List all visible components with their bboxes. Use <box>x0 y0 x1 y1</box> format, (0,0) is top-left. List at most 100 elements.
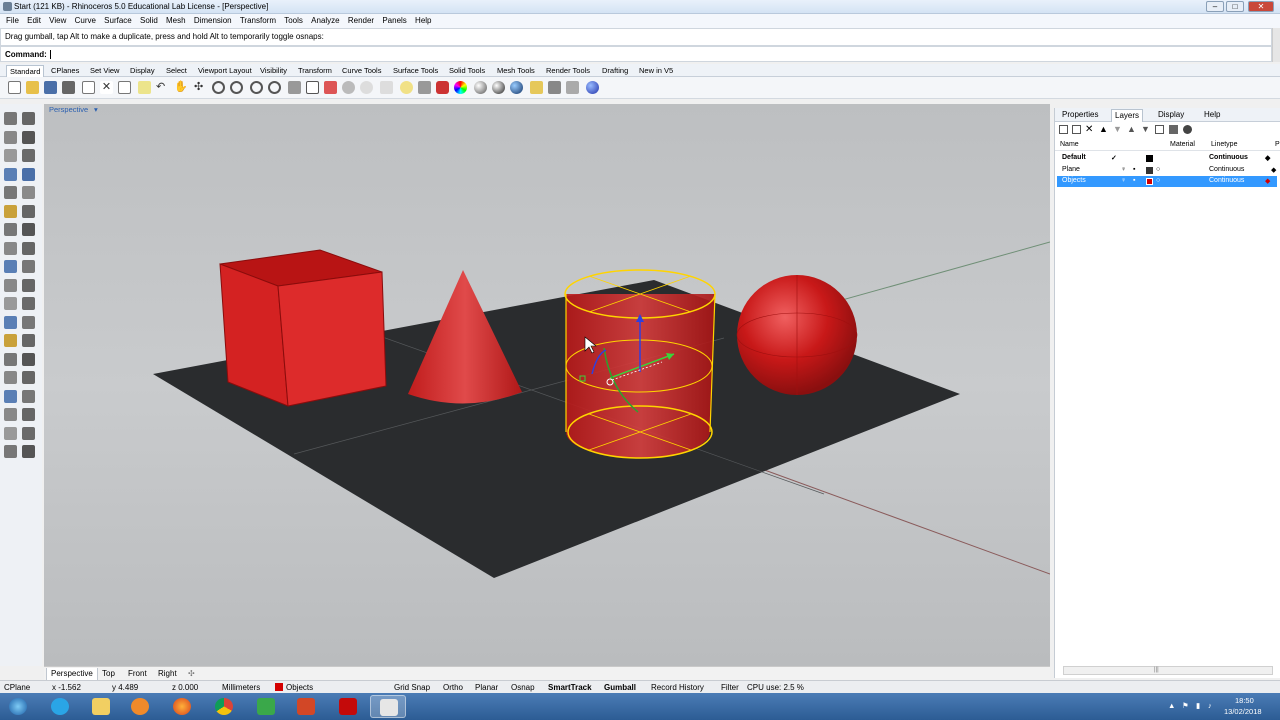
scale-icon[interactable] <box>22 371 35 384</box>
zoom-selected-icon[interactable] <box>268 81 281 94</box>
tray-flag-icon[interactable]: ⚑ <box>1182 701 1189 710</box>
planar-toggle[interactable]: Planar <box>475 682 498 693</box>
tab-drafting[interactable]: Drafting <box>599 65 631 77</box>
group-icon[interactable] <box>4 334 17 347</box>
tab-viewport-layout[interactable]: Viewport Layout <box>195 65 255 77</box>
check-icon[interactable] <box>4 426 17 440</box>
tray-date[interactable]: 13/02/2018 <box>1224 707 1262 716</box>
settings-icon[interactable] <box>1169 125 1178 134</box>
box-side-face[interactable] <box>277 271 387 407</box>
split-icon[interactable] <box>22 297 35 310</box>
tray-volume-icon[interactable]: ♪ <box>1208 701 1212 710</box>
osnap-toggle[interactable]: Osnap <box>511 682 535 693</box>
render-icon[interactable] <box>492 81 505 94</box>
column-linetype[interactable]: Linetype <box>1211 141 1237 148</box>
menu-analyze[interactable]: Analyze <box>311 14 339 28</box>
lock-icon[interactable]: ▪ <box>1133 177 1135 184</box>
render-tool-icon[interactable] <box>4 445 17 458</box>
sphere-icon[interactable] <box>22 223 35 236</box>
status-units[interactable]: Millimeters <box>222 682 260 693</box>
tab-surface-tools[interactable]: Surface Tools <box>390 65 441 77</box>
object-properties-icon[interactable] <box>380 81 393 94</box>
explode-icon[interactable] <box>22 315 35 329</box>
menu-solid[interactable]: Solid <box>140 14 158 28</box>
tab-cplanes[interactable]: CPlanes <box>48 65 82 77</box>
grid-snap-icon[interactable] <box>324 81 337 94</box>
copy-icon[interactable] <box>118 81 131 94</box>
filter-icon[interactable]: ▼ <box>1141 125 1150 134</box>
menu-surface[interactable]: Surface <box>104 14 132 28</box>
menu-file[interactable]: File <box>6 14 19 28</box>
point-icon[interactable] <box>22 112 35 125</box>
cut-icon[interactable]: ✕ <box>100 81 113 94</box>
maximize-button[interactable]: □ <box>1226 1 1244 12</box>
fillet-icon[interactable] <box>22 186 35 199</box>
cylinder-icon[interactable] <box>22 241 35 255</box>
loft-icon[interactable] <box>4 260 17 273</box>
move-down-icon[interactable]: ▼ <box>1113 125 1122 134</box>
join-icon[interactable] <box>4 315 17 329</box>
column-material[interactable]: Material <box>1170 141 1195 148</box>
tab-new-in-v5[interactable]: New in V5 <box>636 65 676 77</box>
viewport-scene[interactable] <box>44 104 1050 666</box>
extrude-icon[interactable] <box>22 204 35 218</box>
material-circle-icon[interactable]: ○ <box>1156 177 1160 184</box>
tab-visibility[interactable]: Visibility <box>257 65 290 77</box>
visible-bulb-icon[interactable]: ♀ <box>1121 177 1126 184</box>
layer-row-objects[interactable]: Objects ♀ ▪ ○ Continuous ◆ <box>1057 176 1277 187</box>
dimension-icon[interactable] <box>22 389 35 403</box>
tab-set-view[interactable]: Set View <box>87 65 122 77</box>
arc-icon[interactable] <box>22 149 35 162</box>
tab-display-panel[interactable]: Display <box>1155 109 1187 121</box>
material-editor-icon[interactable] <box>510 81 523 94</box>
smarttrack-toggle[interactable]: SmartTrack <box>548 682 592 693</box>
record-history-toggle[interactable]: Record History <box>651 682 704 693</box>
shade-icon[interactable] <box>436 81 449 94</box>
options-gear-icon[interactable] <box>548 81 561 94</box>
lock-icon[interactable]: ▪ <box>1133 166 1135 173</box>
tab-display[interactable]: Display <box>127 65 158 77</box>
menu-panels[interactable]: Panels <box>382 14 406 28</box>
rhino-taskbar-icon[interactable] <box>370 695 406 718</box>
status-cplane[interactable]: CPlane <box>4 682 30 693</box>
visible-bulb-icon[interactable]: ♀ <box>1121 166 1126 173</box>
rotate-view-icon[interactable]: ✣ <box>194 81 207 94</box>
viewport-label[interactable]: Perspective <box>49 105 88 114</box>
lock-icon[interactable] <box>418 81 431 94</box>
zoom-icon[interactable] <box>212 81 225 94</box>
pan-hand-icon[interactable]: ✋ <box>174 81 188 94</box>
undo-icon[interactable]: ↶ <box>156 81 169 94</box>
light-icon[interactable] <box>530 81 543 94</box>
help-icon[interactable] <box>586 81 599 94</box>
menu-transform[interactable]: Transform <box>240 14 276 28</box>
tray-time[interactable]: 18:50 <box>1235 696 1254 705</box>
layer-color-swatch[interactable] <box>1146 178 1153 185</box>
layer-row-default[interactable]: Default ✓ Continuous ◆ <box>1057 153 1277 164</box>
render-preview-icon[interactable] <box>474 81 487 94</box>
menu-help[interactable]: Help <box>415 14 431 28</box>
new-sublayer-icon[interactable] <box>1072 125 1081 134</box>
filter-toggle[interactable]: Filter <box>721 682 739 693</box>
save-icon[interactable] <box>44 81 57 94</box>
command-scrollbar[interactable] <box>1272 28 1280 62</box>
array-icon[interactable] <box>22 334 35 347</box>
mirror-icon[interactable] <box>4 389 17 403</box>
tab-front[interactable]: Front <box>124 668 151 680</box>
color-wheel-icon[interactable] <box>454 81 467 94</box>
help-layers-icon[interactable] <box>1183 125 1192 134</box>
recycle-app-icon[interactable] <box>248 695 284 718</box>
firefox-icon[interactable] <box>164 695 200 718</box>
layer-color-swatch[interactable] <box>1146 167 1153 174</box>
move-to-parent-icon[interactable]: ▲ <box>1127 125 1136 134</box>
internet-explorer-icon[interactable] <box>42 695 78 718</box>
tray-network-icon[interactable]: ▮ <box>1196 701 1200 710</box>
polygon-icon[interactable] <box>22 167 35 181</box>
media-player-icon[interactable] <box>122 695 158 718</box>
command-input-cursor[interactable] <box>50 50 51 59</box>
rotate-icon[interactable] <box>4 371 17 384</box>
print-icon[interactable] <box>62 81 75 94</box>
select-arrow-icon[interactable] <box>4 112 17 125</box>
bulb-icon[interactable] <box>400 81 413 94</box>
delete-layer-icon[interactable]: ✕ <box>1085 125 1094 135</box>
tab-mesh-tools[interactable]: Mesh Tools <box>494 65 538 77</box>
